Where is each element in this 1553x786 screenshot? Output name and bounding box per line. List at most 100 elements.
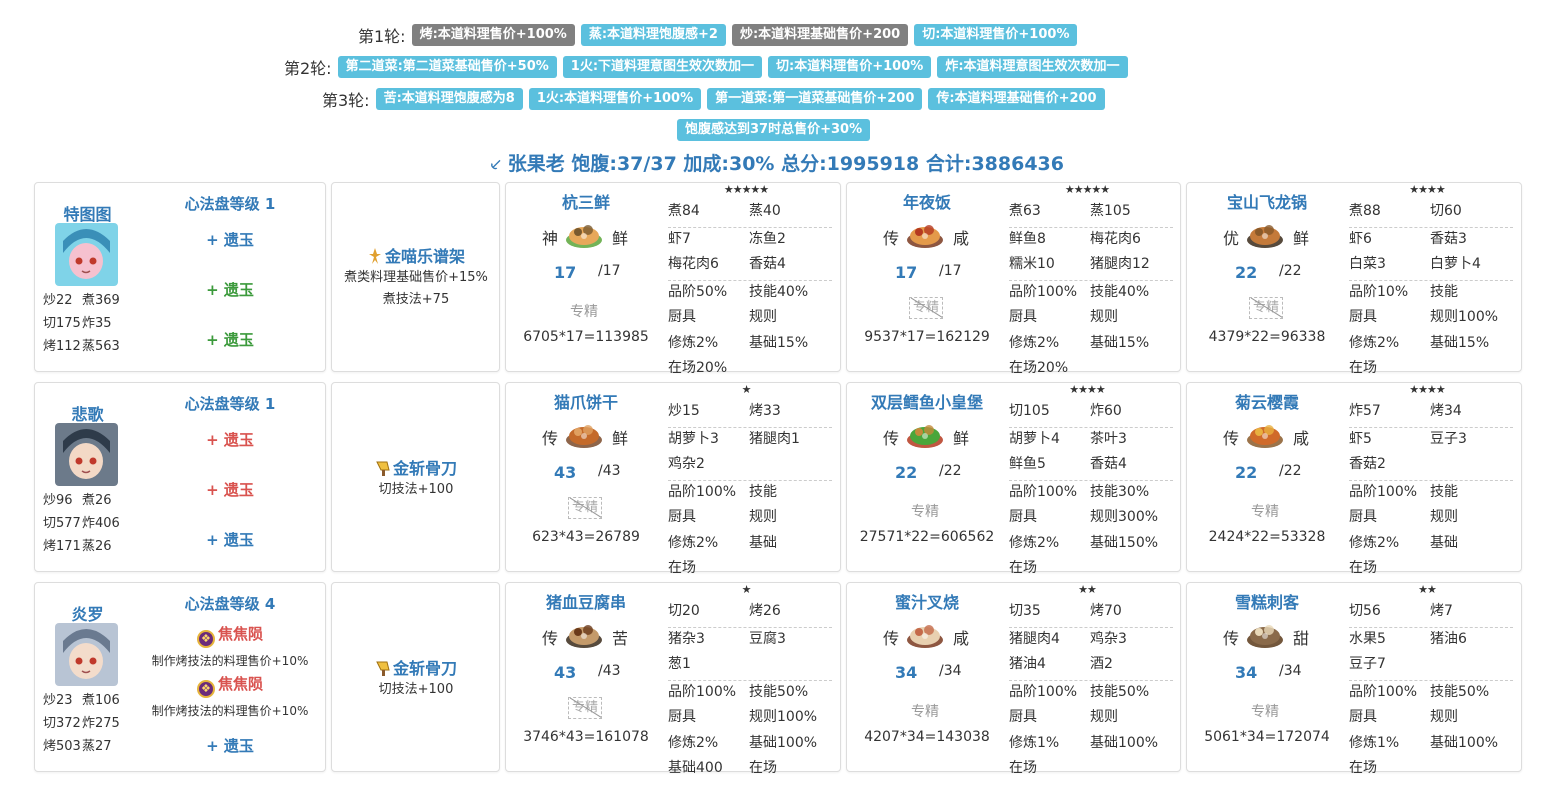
chef-avatar[interactable]	[55, 223, 118, 286]
detail-cell: 在场	[1349, 360, 1377, 376]
recipe-name[interactable]: 猪血豆腐串	[506, 589, 666, 613]
detail-cell: 在场	[749, 760, 777, 776]
chef-stat: 煮369	[82, 293, 120, 308]
recipe-quantity[interactable]: 34	[895, 663, 917, 682]
recipe-spec[interactable]: 专精	[911, 701, 939, 721]
recipe-stars: ★★	[1418, 583, 1437, 596]
amber-slot[interactable]: ❖ 焦焦陨 制作烤技法的料理售价+10%	[140, 623, 320, 669]
amber-desc: 制作烤技法的料理售价+10%	[151, 704, 309, 718]
recipe-spec[interactable]: 专精	[911, 501, 939, 521]
detail-cell: 烤33	[749, 403, 781, 419]
detail-divider	[668, 226, 832, 228]
add-amber-button[interactable]: + 遗玉	[140, 529, 320, 550]
detail-cell: 规则	[749, 509, 777, 525]
add-amber-button[interactable]: + 遗玉	[140, 229, 320, 250]
spec-placeholder[interactable]: 专精	[909, 297, 943, 319]
recipe-name[interactable]: 菊云樱霞	[1187, 389, 1347, 413]
heart-disc-level[interactable]: 心法盘等级 1	[140, 193, 320, 214]
detail-cell: 烤70	[1090, 603, 1122, 619]
detail-cell: 蒸105	[1090, 203, 1131, 219]
heart-disc-level[interactable]: 心法盘等级 4	[140, 593, 320, 614]
recipe-spec[interactable]: 专精	[570, 301, 598, 321]
detail-cell: 冻鱼2	[749, 230, 786, 247]
recipe-quantity[interactable]: 22	[1235, 263, 1257, 282]
recipe-spec[interactable]: 专精	[1251, 501, 1279, 521]
spec-placeholder[interactable]: 专精	[568, 697, 602, 719]
detail-cell	[749, 654, 830, 676]
add-amber-button[interactable]: + 遗玉	[140, 329, 320, 350]
detail-cell: 修炼1%	[1349, 734, 1400, 751]
chef-avatar[interactable]	[55, 423, 118, 486]
equip-name-text: 金斩骨刀	[392, 459, 457, 478]
chef-name[interactable]: 特图图	[35, 201, 140, 225]
recipe-taste: 咸	[1293, 429, 1310, 448]
recipe-name[interactable]: 蜜汁叉烧	[847, 589, 1007, 613]
spec-placeholder[interactable]: 专精	[568, 497, 602, 519]
equip-card[interactable]: 金喵乐谱架 煮类料理基础售价+15% 煮技法+75	[331, 182, 500, 372]
detail-cell: 修炼2%	[1009, 334, 1060, 351]
recipe-name[interactable]: 猫爪饼干	[506, 389, 666, 413]
chef-stats: 炒22 煮369 切175炸35 烤112蒸563	[43, 289, 121, 358]
recipe-detail-grid: 炸57 烤34 虾5 豆子3 香菇2 品阶100% 技能厨具 规则修炼2% 基础在场	[1349, 401, 1513, 584]
detail-cell: 技能40%	[749, 283, 809, 300]
recipe-quantity[interactable]: 43	[554, 463, 576, 482]
chef-name[interactable]: 炎罗	[35, 601, 140, 625]
recipe-name[interactable]: 年夜饭	[847, 189, 1007, 213]
recipe-formula: 9537*17=162129	[864, 329, 990, 345]
recipe-quantity[interactable]: 34	[1235, 663, 1257, 682]
equip-card[interactable]: 金斩骨刀 切技法+100	[331, 582, 500, 772]
detail-divider	[1009, 626, 1173, 628]
dish-icon	[1245, 216, 1285, 250]
recipe-quantity[interactable]: 43	[554, 663, 576, 682]
detail-divider	[1009, 479, 1173, 481]
detail-cell: 烤34	[1430, 403, 1462, 419]
add-amber-button[interactable]: + 遗玉	[140, 279, 320, 300]
chef-name[interactable]: 悲歌	[35, 401, 140, 425]
round-row: 第2轮: 第二道菜:第二道菜基础售价+50% 1火:下道料理意图生效次数加一 切:本道…	[284, 55, 1134, 79]
detail-cell: 修炼2%	[1009, 534, 1060, 551]
recipe-formula: 5061*34=172074	[1204, 729, 1330, 745]
heart-disc-level[interactable]: 心法盘等级 1	[140, 393, 320, 414]
recipe-stars: ★	[741, 383, 752, 396]
recipe-rarity: 传	[883, 429, 900, 448]
detail-cell: 修炼2%	[1349, 334, 1400, 351]
recipe-formula: 3746*43=161078	[523, 729, 649, 745]
recipe-name[interactable]: 宝山飞龙锅	[1187, 189, 1347, 213]
recipe-quantity[interactable]: 22	[1235, 463, 1257, 482]
equip-name-text: 金斩骨刀	[392, 659, 457, 678]
chef-avatar[interactable]	[55, 623, 118, 686]
add-amber-button[interactable]: + 遗玉	[140, 479, 320, 500]
detail-cell: 胡萝卜4	[1009, 430, 1060, 447]
rule-tag: 蒸:本道料理饱腹感+2	[580, 24, 726, 46]
detail-cell: 规则	[749, 309, 777, 325]
recipe-name[interactable]: 杭三鲜	[506, 189, 666, 213]
detail-cell: 厨具	[1009, 709, 1037, 725]
recipe-detail-grid: 切35 烤70 猪腿肉4 鸡杂3 猪油4 酒2 品阶100% 技能50% 厨具 规则修炼1% 基础1…	[1009, 601, 1173, 784]
chef-stat: 烤171	[43, 539, 81, 554]
equip-card[interactable]: 金斩骨刀 切技法+100	[331, 382, 500, 572]
detail-cell: 在场	[1349, 760, 1377, 776]
recipe-spec[interactable]: 专精	[1251, 701, 1279, 721]
add-amber-button[interactable]: + 遗玉	[140, 429, 320, 450]
detail-cell: 葱1	[668, 656, 691, 672]
detail-cell: 修炼2%	[668, 734, 719, 751]
recipe-name[interactable]: 雪糕刺客	[1187, 589, 1347, 613]
rule-tag: 切:本道料理售价+100%	[768, 56, 932, 78]
add-amber-button[interactable]: + 遗玉	[140, 735, 320, 756]
detail-cell: 烤7	[1430, 603, 1453, 619]
recipe-taste: 鲜	[953, 429, 970, 448]
recipe-name[interactable]: 双层鳕鱼小皇堡	[847, 389, 1007, 413]
chef-stat: 蒸26	[82, 539, 112, 554]
detail-cell: 水果5	[1349, 630, 1386, 647]
spec-placeholder[interactable]: 专精	[1249, 297, 1283, 319]
recipe-stars: ★★	[1078, 583, 1097, 596]
chef-stat: 炒23	[43, 693, 73, 708]
amber-slot[interactable]: ❖ 焦焦陨 制作烤技法的料理售价+10%	[140, 673, 320, 719]
recipe-quantity[interactable]: 17	[895, 263, 917, 282]
recipe-quantity[interactable]: 17	[554, 263, 576, 282]
detail-divider	[668, 626, 832, 628]
recipe-formula: 4379*22=96338	[1208, 329, 1326, 345]
detail-cell: 豆子7	[1349, 656, 1386, 672]
chef-stat: 切175	[43, 316, 81, 331]
recipe-quantity[interactable]: 22	[895, 463, 917, 482]
